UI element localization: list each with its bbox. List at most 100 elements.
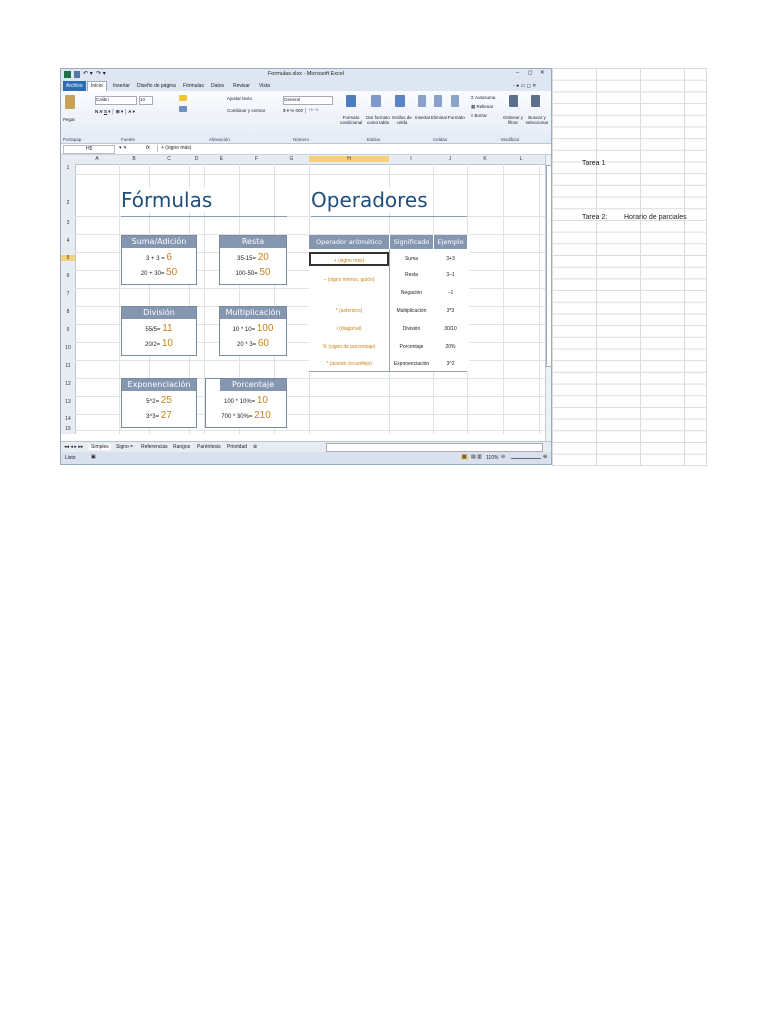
tab-page-layout[interactable]: Diseño de página [137, 83, 176, 89]
column-header[interactable]: L [503, 156, 539, 162]
column-header[interactable]: I [389, 156, 433, 162]
font-name-select[interactable]: Calibri [95, 96, 137, 105]
row-header[interactable]: 9 [61, 327, 75, 333]
cancel-icon[interactable]: ▾ ✕ [119, 145, 127, 151]
save-icon[interactable] [74, 71, 80, 78]
zoom-in-icon[interactable]: ⊕ [543, 454, 547, 460]
format-table-icon[interactable] [371, 95, 381, 107]
tab-review[interactable]: Revisar [233, 83, 250, 89]
autosum-button[interactable]: Σ Autosuma [471, 95, 495, 100]
delete-cells-button[interactable]: Eliminar [431, 115, 447, 120]
tab-view[interactable]: Vista [259, 83, 270, 89]
insert-cells-button[interactable]: Insertar [415, 115, 430, 120]
column-header[interactable]: D [189, 156, 204, 162]
fx-icon[interactable]: fx [146, 145, 150, 151]
tab-data[interactable]: Datos [211, 83, 224, 89]
row-headers: 1 2 3 4 5 6 7 8 9 10 11 12 13 14 15 [61, 164, 76, 434]
vertical-scrollbar[interactable] [545, 155, 551, 441]
column-header[interactable]: A [75, 156, 119, 162]
wrap-text-button[interactable]: Ajustar texto [227, 96, 252, 101]
row-header[interactable]: 3 [61, 220, 75, 226]
formula-line: 100 * 10%= 10 [206, 395, 286, 406]
tab-home[interactable]: Inicio [87, 81, 107, 91]
formula-expr: 3 + 3 = [146, 256, 165, 262]
sort-filter-icon[interactable] [509, 95, 518, 107]
format-cells-icon[interactable] [451, 95, 459, 107]
row-header[interactable]: 13 [61, 399, 75, 405]
bold-button[interactable]: N K S ▾ │ ⊞ ▾ │ A ▾ [95, 109, 135, 115]
align-top-icon[interactable] [179, 95, 187, 101]
formula-input[interactable]: + (signo más) [157, 145, 541, 152]
tab-insert[interactable]: Insertar [113, 83, 130, 89]
column-header[interactable]: B [119, 156, 149, 162]
zoom-slider[interactable] [511, 458, 541, 459]
row-header[interactable]: 2 [61, 200, 75, 206]
row-header[interactable]: 1 [61, 165, 75, 171]
formula-line: 5^2= 25 [122, 395, 196, 406]
cell-styles-button[interactable]: Estilos de celda [391, 115, 413, 125]
column-header-selected[interactable]: H [309, 156, 389, 162]
currency-button[interactable]: $ ▾ % 000 │ ⁺⁰ ⁻⁰ [283, 108, 318, 114]
page-layout-icon[interactable]: ▤ ▥ [471, 454, 482, 460]
find-select-icon[interactable] [531, 95, 540, 107]
maximize-button[interactable]: ◻ [528, 70, 533, 76]
zoom-out-icon[interactable]: ⊖ [501, 454, 505, 460]
paste-button[interactable]: Pegar [63, 117, 75, 122]
sheet-tab[interactable]: Signo = [116, 444, 133, 450]
clear-button[interactable]: ◊ Borrar [471, 113, 487, 118]
sheet-tab[interactable]: Rangos [173, 444, 190, 450]
sheet-tab-active[interactable]: Simples [89, 444, 111, 450]
column-header[interactable]: E [204, 156, 239, 162]
font-size-select[interactable]: 10 [139, 96, 153, 105]
column-header[interactable]: F [239, 156, 274, 162]
sheet-tab[interactable]: Prioridad [227, 444, 247, 450]
sort-filter-button[interactable]: Ordenar y filtrar [503, 115, 523, 125]
row-header[interactable]: 10 [61, 345, 75, 351]
normal-view-icon[interactable]: ▦ [461, 454, 468, 460]
format-as-table-button[interactable]: Dar formato como tabla [365, 115, 391, 125]
sheet-nav-icon[interactable]: ◂◂ ◂ ▸ ▸▸ [64, 444, 83, 450]
insert-cells-icon[interactable] [418, 95, 426, 107]
column-header[interactable]: K [467, 156, 503, 162]
conditional-format-button[interactable]: Formato condicional [336, 115, 366, 125]
help-icon[interactable]: ◦ ● ▭ ◻ ✕ [513, 83, 536, 89]
column-header[interactable]: C [149, 156, 189, 162]
sheet-tab[interactable]: Referencias [141, 444, 168, 450]
row-header[interactable]: 8 [61, 309, 75, 315]
sheet-tab[interactable]: Paréntesis [197, 444, 221, 450]
row-header[interactable]: 7 [61, 291, 75, 297]
name-box[interactable]: H5 [63, 145, 115, 154]
row-header[interactable]: 11 [61, 363, 75, 369]
minimize-button[interactable]: – [516, 70, 519, 76]
cell-styles-icon[interactable] [395, 95, 405, 107]
scroll-thumb[interactable] [546, 165, 551, 367]
merge-center-button[interactable]: Combinar y centrar [227, 108, 265, 113]
row-header[interactable]: 12 [61, 381, 75, 387]
worksheet-cells[interactable]: Fórmulas Operadores Suma/Adición 3 + 3 =… [75, 164, 545, 441]
macro-icon[interactable]: ▣ [91, 454, 96, 460]
selected-cell-h5[interactable]: + (signo más) [309, 252, 389, 266]
row-header[interactable]: 6 [61, 273, 75, 279]
delete-cells-icon[interactable] [434, 95, 442, 107]
format-cells-button[interactable]: Formato [448, 115, 465, 120]
row-header[interactable]: 14 [61, 416, 75, 422]
close-button[interactable]: ✕ [540, 70, 545, 76]
redo-icon[interactable]: ↷ ▾ [96, 70, 106, 77]
align-center-icon[interactable] [179, 106, 187, 112]
row-header[interactable]: 15 [61, 426, 75, 432]
fill-button[interactable]: ▦ Rellenar [471, 104, 493, 110]
find-select-button[interactable]: Buscar y seleccionar [525, 115, 549, 125]
zoom-level[interactable]: 110% [486, 455, 498, 461]
tab-formulas[interactable]: Fórmulas [183, 83, 204, 89]
horizontal-scrollbar[interactable] [326, 443, 543, 452]
formula-block-percent: Porcentaje 100 * 10%= 10 700 * 30%= 210 [205, 378, 287, 428]
new-sheet-icon[interactable]: ⊕ [253, 444, 257, 450]
column-header[interactable]: G [274, 156, 309, 162]
column-header[interactable]: J [433, 156, 467, 162]
row-header-selected[interactable]: 5 [61, 255, 75, 261]
example-cell: 3*3 [446, 308, 455, 314]
conditional-format-icon[interactable] [346, 95, 356, 107]
undo-icon[interactable]: ↶ ▾ [83, 70, 93, 77]
number-format-select[interactable]: General [283, 96, 333, 105]
row-header[interactable]: 4 [61, 238, 75, 244]
